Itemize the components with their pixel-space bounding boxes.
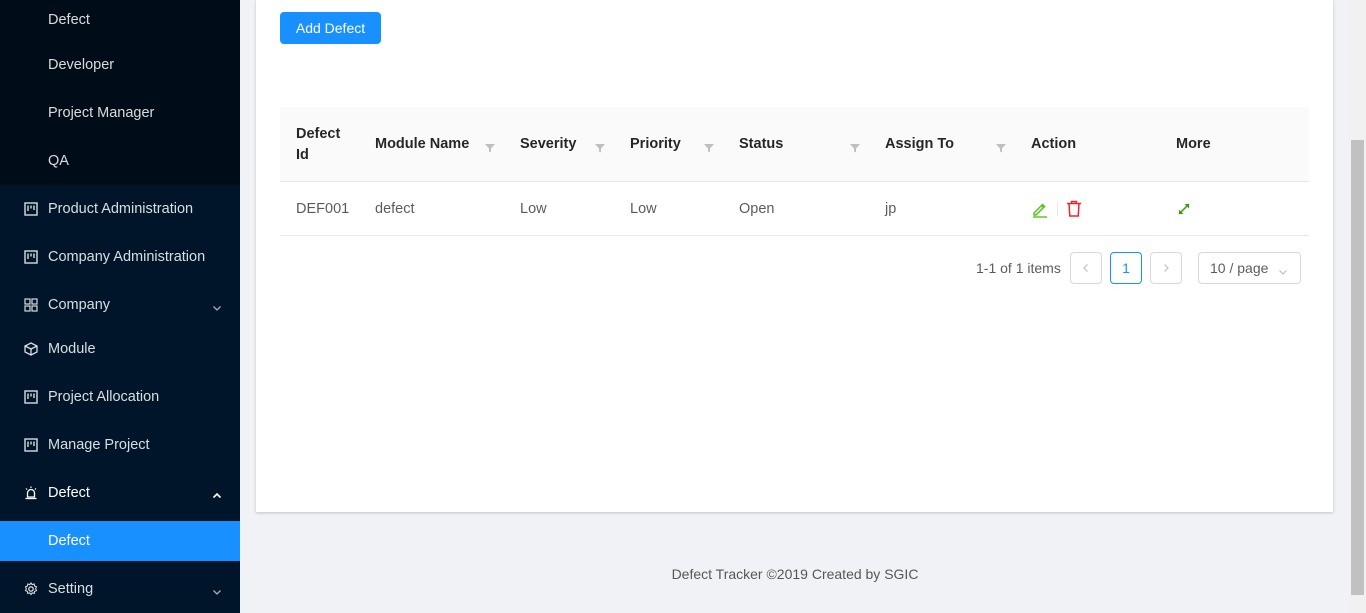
chevron-down-icon	[1278, 264, 1288, 275]
sidebar-subitem-label: Project Manager	[48, 105, 155, 121]
chevron-down-icon	[212, 300, 222, 311]
sidebar-subitem-label: Defect	[48, 533, 90, 549]
column-header-more: More	[1176, 136, 1211, 152]
footer-text: Defect Tracker ©2019 Created by SGIC	[671, 566, 919, 582]
expand-icon[interactable]	[1176, 201, 1192, 217]
delete-icon[interactable]	[1066, 200, 1082, 218]
sidebar-item-manage-project[interactable]: Manage Project	[0, 425, 240, 465]
column-header-module-name: Module Name	[375, 136, 470, 152]
project-icon	[24, 250, 38, 264]
code-sandbox-icon	[24, 342, 38, 356]
add-defect-button[interactable]: Add Defect	[280, 12, 381, 44]
sidebar-item-label: Project Allocation	[48, 389, 160, 405]
column-header-defect-id: Defect Id	[296, 125, 341, 163]
sidebar-subitem-label: Defect	[48, 12, 90, 28]
sidebar: Defect Developer Project Manager QA Prod…	[0, 0, 240, 613]
table-row: DEF001 defect Low Low Open jp	[280, 182, 1309, 236]
cell-assign-to: jp	[885, 201, 897, 217]
cell-defect-id: DEF001	[296, 201, 350, 217]
cell-module-name: defect	[375, 201, 415, 217]
column-header-priority: Priority	[630, 136, 681, 152]
defect-table: Defect Id Module Name Severity Priority …	[280, 107, 1309, 236]
sidebar-item-label: Company	[48, 297, 111, 313]
pagination-total: 1-1 of 1 items	[976, 260, 1061, 276]
content-card: Add Defect Defect Id Module Name Severit…	[256, 0, 1333, 512]
chevron-up-icon	[212, 488, 222, 499]
filter-icon[interactable]	[704, 140, 714, 153]
action-divider	[1057, 202, 1058, 216]
cell-action	[1031, 182, 1082, 236]
column-header-assign-to: Assign To	[885, 136, 955, 152]
column-header-status: Status	[739, 136, 784, 152]
filter-icon[interactable]	[850, 140, 860, 153]
sidebar-subitem-defect-selected[interactable]: Defect	[0, 521, 240, 561]
cell-more	[1176, 182, 1192, 236]
sidebar-item-label: Product Administration	[48, 201, 194, 217]
sidebar-item-label: Setting	[48, 581, 94, 597]
filter-icon[interactable]	[485, 140, 495, 153]
chevron-right-icon	[1164, 264, 1169, 272]
sidebar-item-module[interactable]: Module	[0, 329, 240, 369]
sidebar-item-setting[interactable]: Setting	[0, 569, 240, 609]
sidebar-item-label: Defect	[48, 485, 90, 501]
appstore-icon	[24, 298, 38, 312]
column-header-severity: Severity	[520, 136, 577, 152]
sidebar-item-project-allocation[interactable]: Project Allocation	[0, 377, 240, 417]
filter-icon[interactable]	[996, 140, 1006, 153]
table-header: Defect Id Module Name Severity Priority …	[280, 107, 1309, 182]
project-icon	[24, 390, 38, 404]
filter-icon[interactable]	[595, 140, 605, 153]
alert-icon	[24, 486, 38, 500]
setting-icon	[24, 582, 38, 596]
sidebar-item-label: Module	[48, 341, 96, 357]
chevron-down-icon	[212, 584, 222, 595]
sidebar-subitem-label: Developer	[48, 57, 115, 73]
cell-severity: Low	[520, 201, 547, 217]
page-size-value: 10 / page	[1210, 260, 1269, 276]
sidebar-subitem-defect[interactable]: Defect	[0, 0, 240, 40]
sidebar-item-product-administration[interactable]: Product Administration	[0, 189, 240, 229]
sidebar-item-label: Company Administration	[48, 249, 206, 265]
sidebar-item-defect[interactable]: Defect	[0, 473, 240, 513]
cell-status: Open	[739, 201, 775, 217]
sidebar-subitem-project-manager[interactable]: Project Manager	[0, 93, 240, 133]
sidebar-subitem-developer[interactable]: Developer	[0, 45, 240, 85]
page-size-select[interactable]: 10 / page	[1198, 252, 1301, 284]
sidebar-item-company-administration[interactable]: Company Administration	[0, 237, 240, 277]
pagination-page-button[interactable]: 1	[1110, 252, 1142, 284]
scrollbar-thumb[interactable]	[1351, 140, 1364, 595]
sidebar-item-label: Manage Project	[48, 437, 150, 453]
chevron-left-icon	[1083, 264, 1088, 272]
cell-priority: Low	[630, 201, 657, 217]
project-icon	[24, 438, 38, 452]
project-icon	[24, 202, 38, 216]
sidebar-item-company[interactable]: Company	[0, 285, 240, 325]
pagination-next-button[interactable]	[1150, 252, 1182, 284]
pagination-prev-button[interactable]	[1070, 252, 1102, 284]
sidebar-subitem-label: QA	[48, 153, 69, 169]
column-header-action: Action	[1031, 136, 1077, 152]
sidebar-subitem-qa[interactable]: QA	[0, 141, 240, 181]
edit-icon[interactable]	[1031, 200, 1049, 218]
